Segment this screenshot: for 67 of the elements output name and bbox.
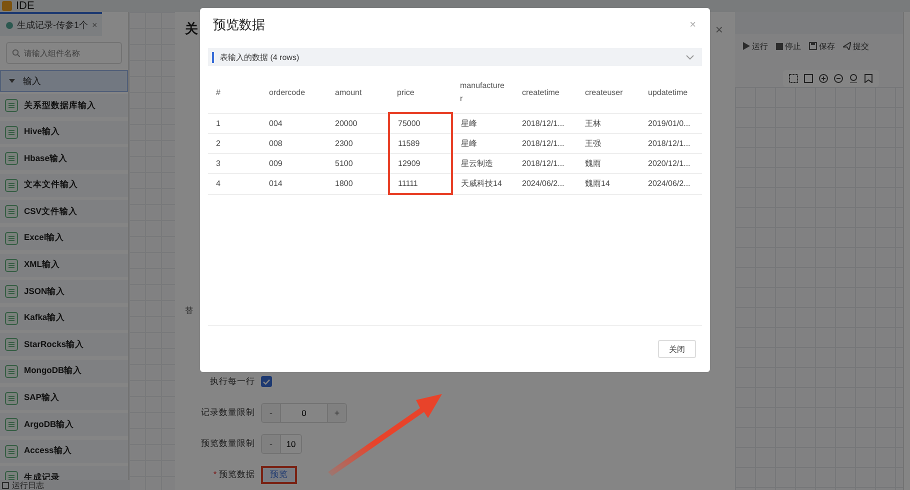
table-cell: 星峰 <box>452 134 514 154</box>
table-cell: 009 <box>261 154 327 174</box>
table-cell: 2024/06/2... <box>514 174 577 194</box>
table-cell: 2300 <box>327 134 389 154</box>
table-cell: 12909 <box>389 154 452 174</box>
column-header: price <box>389 72 452 113</box>
app-title: IDE <box>16 0 34 12</box>
table-cell: 2019/01/0... <box>640 113 702 134</box>
table-cell: 11589 <box>389 134 452 154</box>
component-label: 关系型数据库输入 <box>24 100 96 112</box>
component-label: JSON输入 <box>24 286 66 298</box>
component-label: Access输入 <box>24 445 72 458</box>
table-cell: 星峰 <box>452 113 514 134</box>
dialog-title: 预览数据 <box>213 16 265 34</box>
table-cell: 2018/12/1... <box>640 134 702 154</box>
table-cell: 魏雨14 <box>577 174 640 194</box>
field-label: 预览数据 <box>219 468 255 478</box>
column-header: manufacturer <box>452 72 514 113</box>
table-cell: 3 <box>208 154 261 174</box>
table-cell: 2024/06/2... <box>640 174 702 194</box>
table-cell: 1800 <box>327 174 389 194</box>
field-label: 替 <box>185 305 194 316</box>
component-label: Hbase输入 <box>24 152 68 165</box>
table-cell: 2 <box>208 134 261 154</box>
component-label: XML输入 <box>24 259 60 272</box>
tab-label: 生成记录-传参1个 <box>17 18 88 32</box>
component-label: Kafka输入 <box>24 312 66 324</box>
column-header: ordercode <box>261 72 327 113</box>
column-header: createtime <box>514 72 577 113</box>
component-label: ArgoDB输入 <box>24 418 74 431</box>
table-cell: 75000 <box>389 113 452 134</box>
column-header: # <box>208 72 261 113</box>
component-label: MongoDB输入 <box>24 365 82 378</box>
table-cell: 004 <box>261 113 327 134</box>
field-label: 执行每一行 <box>209 376 255 388</box>
table-cell: 2018/12/1... <box>514 154 577 174</box>
table-cell: 天威科技14 <box>452 174 514 194</box>
field-label: 预览数量限制 <box>200 438 255 450</box>
table-cell: 2018/12/1... <box>514 134 577 154</box>
table-cell: 星云制造 <box>452 154 514 174</box>
component-label: Excel输入 <box>24 232 64 244</box>
table-cell: 1 <box>208 113 261 134</box>
component-label: StarRocks输入 <box>24 338 84 351</box>
component-label: 文本文件输入 <box>24 179 78 192</box>
table-cell: 5100 <box>327 154 389 174</box>
column-header: updatetime <box>640 72 702 113</box>
category-label: 输入 <box>23 74 41 88</box>
section-title: 表输入的数据 (4 rows) <box>212 52 300 62</box>
log-label: 运行日志 <box>12 480 44 490</box>
field-label: 记录数量限制 <box>200 406 255 418</box>
column-header: amount <box>327 72 389 113</box>
component-label: SAP输入 <box>24 392 60 404</box>
table-cell: 11111 <box>389 174 452 194</box>
component-label: CSV文件输入 <box>24 206 78 218</box>
table-cell: 4 <box>208 174 261 194</box>
table-cell: 20000 <box>327 113 389 134</box>
required-mark: * <box>213 468 217 478</box>
table-cell: 王林 <box>577 113 640 134</box>
table-cell: 魏雨 <box>577 154 640 174</box>
table-cell: 2018/12/1... <box>514 113 577 134</box>
table-cell: 014 <box>261 174 327 194</box>
table-cell: 2020/12/1... <box>640 154 702 174</box>
table-cell: 王强 <box>577 134 640 154</box>
component-label: Hive输入 <box>24 126 60 138</box>
table-cell: 008 <box>261 134 327 154</box>
column-header: createuser <box>577 72 640 113</box>
dialog-title: 关 <box>185 20 198 38</box>
